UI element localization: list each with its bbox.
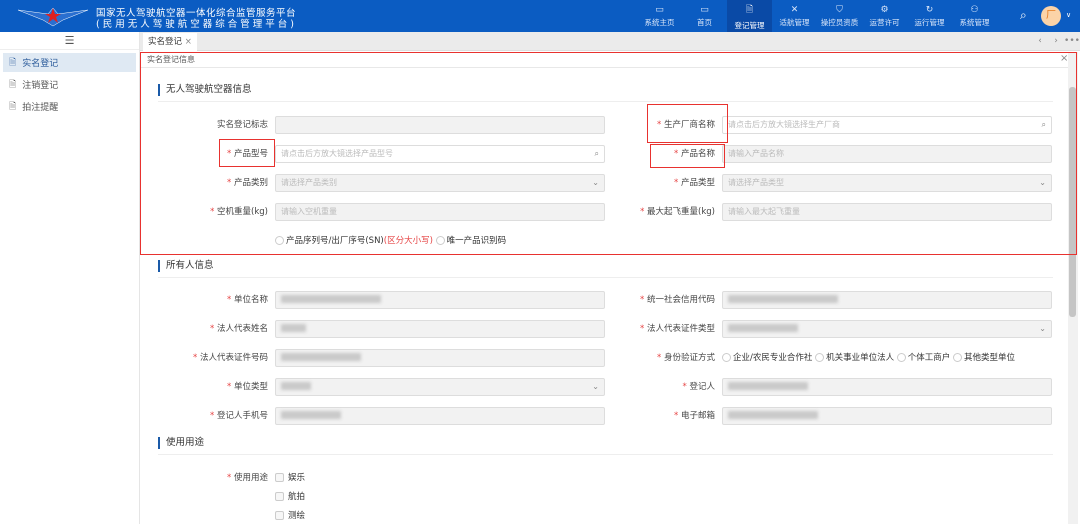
checkbox-icon (275, 473, 284, 482)
search-icon[interactable]: ⌕ (1042, 117, 1046, 133)
verify-method-radios[interactable]: 企业/农民专业合作社 机关事业单位法人 个体工商户 其他类型单位 (722, 349, 1015, 367)
field-label: 实名登记标志 (216, 120, 268, 130)
app-subtitle: (民用无人驾驶航空器综合管理平台) (96, 19, 297, 30)
owner-field[interactable] (275, 320, 605, 338)
usage-checkbox[interactable]: 测绘 (275, 507, 305, 525)
uav-field[interactable]: 请输入空机重量 (275, 203, 605, 221)
radio-icon (815, 353, 825, 362)
close-icon[interactable]: × (185, 37, 192, 47)
sidebar-item-reminder[interactable]: 🗎 拍注提醒 (3, 97, 136, 116)
owner-field[interactable] (722, 291, 1052, 309)
radio-icon (275, 236, 284, 245)
section-header: 所有人信息 (158, 258, 1053, 278)
sidebar-item-real-name[interactable]: 🗎 实名登记 (3, 53, 136, 72)
nav-item[interactable]: ▭ 首页 (682, 0, 727, 32)
usage-checkbox[interactable]: 航拍 (275, 488, 305, 506)
field-label: 登记人 (575, 378, 715, 396)
document-icon: 🗎 (9, 57, 17, 68)
caac-logo (18, 7, 88, 27)
section-header: 使用用途 (158, 435, 1053, 455)
field-label: 法人代表证件类型 (575, 320, 715, 338)
chevron-down-icon[interactable]: ∨ (1066, 11, 1071, 19)
sidebar: ☰ 🗎 实名登记 🗎 注销登记 🗎 拍注提醒 (0, 32, 140, 524)
field-label: 最大起飞重量(kg) (575, 203, 715, 221)
chevron-right-icon[interactable]: › (1048, 33, 1064, 49)
chevron-left-icon[interactable]: ‹ (1032, 33, 1048, 49)
menu-toggle-icon[interactable]: ☰ (0, 32, 139, 50)
nav-item[interactable]: 🗎 登记管理 (727, 0, 772, 32)
document-icon: 🗎 (9, 101, 17, 112)
owner-field[interactable] (722, 378, 1052, 396)
field-label: 产品类别 (128, 174, 268, 192)
monitor-icon: ▭ (700, 4, 709, 15)
field-label: 产品名称 (575, 145, 715, 163)
document-icon: 🗎 (9, 79, 17, 90)
top-header: 国家无人驾驶航空器一体化综合监管服务平台 (民用无人驾驶航空器综合管理平台) ▭… (0, 0, 1080, 32)
refresh-icon: ↻ (925, 4, 934, 15)
more-icon[interactable]: ••• (1064, 33, 1080, 49)
owner-field[interactable] (275, 291, 605, 309)
nav-item[interactable]: ⚙ 运营许可 (862, 0, 907, 32)
uav-field[interactable]: 请输入最大起飞重量 (722, 203, 1052, 221)
tab-real-name[interactable]: 实名登记 × (143, 33, 197, 51)
uav-field[interactable]: 请选择产品类型 ⌄ (722, 174, 1052, 192)
window-icon: ▭ (655, 4, 664, 15)
document-icon: 🗎 (745, 4, 754, 15)
radio-sn[interactable]: 产品序列号/出厂序号(SN)(区分大小写) 唯一产品识别码 (275, 232, 506, 250)
nav-item[interactable]: ✕ 适航管理 (772, 0, 817, 32)
radio-icon (953, 353, 963, 362)
chevron-down-icon: ⌄ (1039, 324, 1046, 333)
nav-item[interactable]: ↻ 运行管理 (907, 0, 952, 32)
field-label: 法人代表姓名 (128, 320, 268, 338)
shield-icon: ⛉ (836, 4, 843, 15)
avatar[interactable]: 厂 (1041, 6, 1061, 26)
field-label: 产品型号 (128, 145, 268, 163)
scrollbar-thumb[interactable] (1069, 87, 1076, 317)
tab-bar: 实名登记 × ‹ › ••• (140, 32, 1080, 51)
scrollbar[interactable] (1068, 52, 1078, 524)
sidebar-item-cancel[interactable]: 🗎 注销登记 (3, 75, 136, 94)
drone-icon: ✕ (790, 4, 799, 15)
owner-field[interactable]: ⌄ (722, 320, 1052, 338)
uav-field[interactable]: 请点击后方放大镜选择产品型号 ⌕ (275, 145, 605, 163)
network-icon: ⚇ (970, 4, 979, 15)
usage-checkbox[interactable]: 娱乐 (275, 469, 305, 487)
nav-item[interactable]: ▭ 系统主页 (637, 0, 682, 32)
owner-field[interactable] (722, 407, 1052, 425)
owner-field[interactable] (275, 407, 605, 425)
uav-field[interactable] (275, 116, 605, 134)
field-label: 空机重量(kg) (128, 203, 268, 221)
nav-item[interactable]: ⛉ 操控员资质 (817, 0, 862, 32)
field-label: 统一社会信用代码 (575, 291, 715, 309)
nav-item[interactable]: ⚇ 系统管理 (952, 0, 997, 32)
chevron-down-icon: ⌄ (1039, 178, 1046, 187)
search-icon[interactable]: ⌕ (1020, 8, 1027, 23)
field-label: 产品类型 (575, 174, 715, 192)
field-label: 生产厂商名称 (575, 116, 715, 134)
checkbox-icon (275, 511, 284, 520)
field-label: 身份验证方式 (575, 349, 715, 367)
section-header: 无人驾驶航空器信息 (158, 82, 1053, 102)
owner-field[interactable] (275, 349, 605, 367)
uav-field[interactable]: 请点击后方放大镜选择生产厂商 ⌕ (722, 116, 1052, 134)
field-label: 电子邮箱 (575, 407, 715, 425)
field-label: 单位类型 (128, 378, 268, 396)
uav-field[interactable]: 请选择产品类别 ⌄ (275, 174, 605, 192)
field-label: 单位名称 (128, 291, 268, 309)
radio-icon (896, 353, 906, 362)
field-label: 法人代表证件号码 (128, 349, 268, 367)
gear-icon: ⚙ (880, 4, 889, 15)
field-label: 登记人手机号 (128, 407, 268, 425)
owner-field[interactable]: ⌄ (275, 378, 605, 396)
field-label: 使用用途 (128, 469, 268, 487)
checkbox-icon (275, 492, 284, 501)
radio-icon (435, 236, 445, 245)
panel-title: 实名登记信息 (141, 52, 1076, 68)
uav-field[interactable]: 请输入产品名称 (722, 145, 1052, 163)
radio-icon (722, 353, 731, 362)
